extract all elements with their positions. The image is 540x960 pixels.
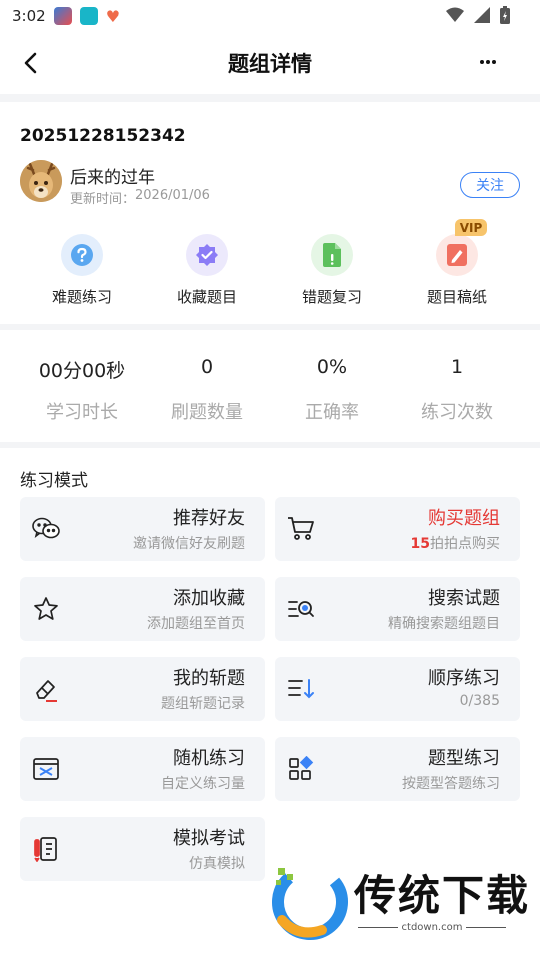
stat-label: 刷题数量	[171, 402, 243, 423]
stat-accuracy: 0% 正确率	[272, 356, 392, 424]
app-notification-icon	[79, 7, 98, 25]
back-button[interactable]	[14, 47, 46, 79]
draft-paper-icon	[436, 234, 478, 276]
card-title: 购买题组	[428, 508, 500, 529]
card-title: 搜索试题	[428, 588, 500, 609]
card-title: 添加收藏	[173, 588, 245, 609]
quick-action-label: 错题复习	[301, 288, 362, 306]
watermark-text: 传统下载	[354, 871, 531, 920]
grid-shapes-icon	[287, 755, 315, 783]
update-time: 更新时间： 2026/01/06	[70, 188, 210, 207]
app-notification-icon	[53, 7, 72, 25]
card-title: 推荐好友	[173, 508, 245, 529]
card-subtitle: 邀请微信好友刷题	[133, 536, 245, 552]
card-title: 随机练习	[173, 748, 245, 769]
quick-action-label: 题目稿纸	[426, 288, 487, 306]
divider	[0, 94, 540, 102]
more-dots-icon	[480, 60, 496, 64]
card-add-favorite[interactable]: 添加收藏 添加题组至首页	[20, 577, 265, 641]
card-title: 模拟考试	[173, 828, 245, 849]
card-sequential-practice[interactable]: 顺序练习 0/385	[275, 657, 520, 721]
quick-action-draft-paper[interactable]: 题目稿纸	[407, 234, 507, 307]
card-subtitle: 按题型答题练习	[402, 776, 500, 792]
quick-action-wrong-review[interactable]: 错题复习	[282, 234, 382, 307]
app-header: 题组详情	[0, 32, 540, 94]
avatar[interactable]	[20, 160, 62, 202]
stat-label: 练习次数	[421, 402, 493, 423]
signal-icon	[474, 7, 490, 23]
divider	[0, 324, 540, 330]
card-mock-exam[interactable]: 模拟考试 仿真模拟	[20, 817, 265, 881]
stat-value: 00分00秒	[38, 360, 126, 382]
chevron-left-icon	[24, 52, 37, 74]
stat-question-count: 0 刷题数量	[147, 356, 267, 424]
card-search-questions[interactable]: 搜索试题 精确搜索题组题目	[275, 577, 520, 641]
update-label: 更新时间：	[70, 192, 136, 207]
author-name[interactable]: 后来的过年	[70, 163, 155, 188]
card-subtitle: 仿真模拟	[189, 856, 245, 872]
update-date: 2026/01/06	[135, 188, 210, 203]
card-subtitle: 0/385	[459, 693, 500, 709]
heart-notification-icon: ♥	[105, 6, 121, 26]
card-subtitle: 添加题组至首页	[147, 616, 245, 632]
card-title: 顺序练习	[428, 668, 500, 689]
search-list-icon	[287, 595, 315, 623]
quick-action-favorites[interactable]: 收藏题目	[157, 234, 257, 307]
stat-value: 0%	[316, 356, 348, 378]
watermark-url: ctdown.com	[354, 922, 510, 933]
card-title: 我的斩题	[173, 668, 245, 689]
eraser-icon	[32, 675, 60, 703]
quick-action-difficult[interactable]: 难题练习	[32, 234, 132, 307]
page-title: 题组详情	[228, 52, 312, 76]
group-id: 20251228152342	[20, 126, 186, 146]
stat-practice-times: 1 练习次数	[397, 356, 517, 424]
exam-notebook-icon	[32, 835, 60, 863]
watermark: 传统下载 ctdown.com	[268, 856, 530, 944]
wechat-icon	[32, 515, 60, 543]
card-my-cuts[interactable]: 我的斩题 题组斩题记录	[20, 657, 265, 721]
quick-action-label: 难题练习	[51, 288, 112, 306]
card-random-practice[interactable]: 随机练习 自定义练习量	[20, 737, 265, 801]
star-icon	[32, 595, 60, 623]
favorite-badge-icon	[186, 234, 228, 276]
quick-action-label: 收藏题目	[176, 288, 237, 306]
status-time: 3:02	[12, 7, 46, 25]
sort-order-icon	[287, 675, 315, 703]
follow-button[interactable]: 关注	[460, 172, 520, 198]
question-icon	[61, 234, 103, 276]
stat-value: 1	[450, 356, 464, 378]
divider	[0, 442, 540, 448]
shuffle-icon	[32, 755, 60, 783]
status-bar: 3:02 ♥	[0, 0, 540, 32]
card-recommend-friend[interactable]: 推荐好友 邀请微信好友刷题	[20, 497, 265, 561]
stat-label: 学习时长	[46, 402, 118, 423]
stat-value: 0	[200, 356, 214, 378]
card-title: 题型练习	[428, 748, 500, 769]
cart-icon	[287, 515, 315, 543]
vip-badge: VIP	[455, 219, 487, 236]
battery-icon	[500, 6, 510, 24]
price-unit: 拍拍点购买	[430, 536, 500, 552]
price-number: 15	[410, 536, 430, 552]
error-doc-icon	[311, 234, 353, 276]
card-subtitle: 精确搜索题组题目	[388, 616, 500, 632]
card-subtitle: 自定义练习量	[161, 776, 245, 792]
stat-label: 正确率	[305, 402, 359, 423]
more-button[interactable]	[474, 48, 502, 76]
card-type-practice[interactable]: 题型练习 按题型答题练习	[275, 737, 520, 801]
section-title: 练习模式	[20, 471, 88, 491]
card-buy-group[interactable]: 购买题组 15拍拍点购买	[275, 497, 520, 561]
card-subtitle: 题组斩题记录	[161, 696, 245, 712]
deer-avatar-icon	[20, 160, 62, 202]
wifi-icon	[446, 7, 464, 22]
watermark-logo-icon	[272, 864, 348, 940]
stat-study-time: 00分00秒 学习时长	[22, 356, 142, 424]
card-subtitle: 15拍拍点购买	[411, 533, 500, 553]
